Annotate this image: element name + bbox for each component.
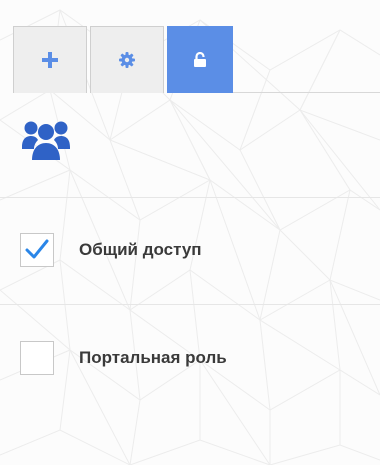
toolbar (0, 0, 380, 93)
divider (0, 197, 380, 198)
tab-add[interactable] (13, 26, 87, 93)
divider (0, 304, 380, 305)
checkmark-icon (25, 239, 49, 259)
page: Общий доступ Портальная роль (0, 0, 380, 465)
shared-access-checkbox[interactable] (20, 233, 54, 267)
portal-role-checkbox[interactable] (20, 341, 54, 375)
tab-access[interactable] (167, 26, 233, 93)
option-portal-role[interactable]: Портальная роль (20, 341, 227, 375)
portal-role-label: Портальная роль (79, 348, 227, 367)
tab-settings[interactable] (90, 26, 164, 93)
option-shared-access[interactable]: Общий доступ (20, 233, 202, 267)
users-group-icon (22, 121, 70, 160)
gear-icon (119, 52, 135, 68)
toolbar-underline (233, 92, 380, 93)
shared-access-label: Общий доступ (79, 240, 202, 259)
unlock-icon (194, 52, 206, 67)
plus-icon (42, 52, 58, 68)
